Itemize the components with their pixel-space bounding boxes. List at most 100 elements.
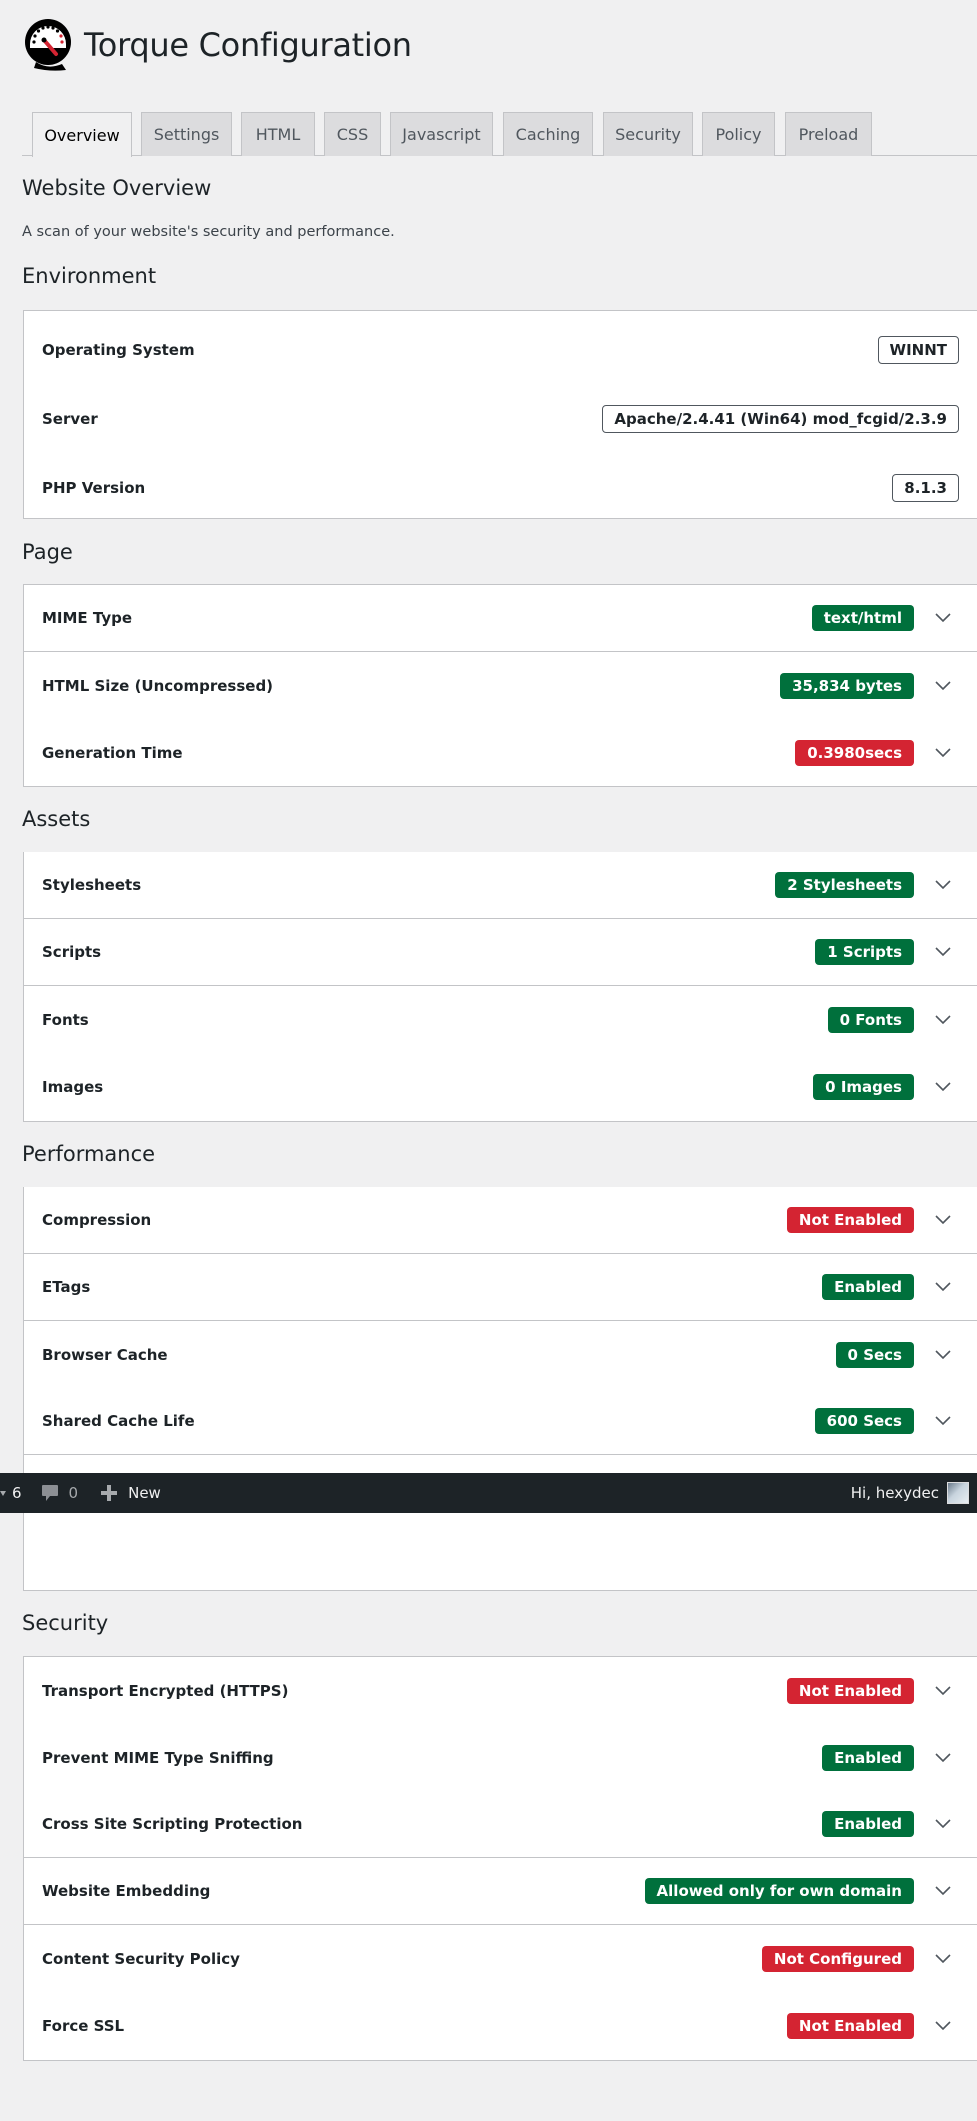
page-title: Torque Configuration (84, 26, 412, 64)
environment-row: Server Apache/2.4.41 (Win64) mod_fcgid/2… (24, 384, 977, 454)
status-badge: 0 Images (813, 1073, 914, 1100)
new-content-link[interactable]: New (100, 1484, 161, 1502)
environment-card: Operating System WINNT Server Apache/2.4… (23, 310, 977, 519)
admin-bar: 6 0 New Hi, hexydec (0, 1473, 977, 1513)
comments-link[interactable]: 0 (41, 1484, 79, 1502)
chevron-down-icon[interactable] (927, 1345, 959, 1365)
chevron-down-icon[interactable] (927, 1411, 959, 1431)
chevron-down-icon[interactable] (927, 1881, 959, 1901)
security-row[interactable]: Content Security Policy Not Configured (24, 1925, 977, 1992)
row-label: Cross Site Scripting Protection (42, 1815, 303, 1833)
greeting: Hi, hexydec (850, 1484, 939, 1502)
status-badge: Not Enabled (786, 1207, 914, 1233)
page-row[interactable]: HTML Size (Uncompressed) 35,834 bytes (24, 652, 977, 719)
tab-overview[interactable]: Overview (32, 112, 132, 157)
chevron-down-icon[interactable] (927, 1210, 959, 1230)
row-label: Operating System (42, 341, 195, 359)
comment-icon (41, 1485, 58, 1501)
security-row[interactable]: Prevent MIME Type Sniffing Enabled (24, 1724, 977, 1791)
row-label: Website Embedding (42, 1882, 211, 1900)
status-badge: Allowed only for own domain (644, 1878, 914, 1904)
tab-settings[interactable]: Settings (141, 112, 232, 156)
row-label: Compression (42, 1211, 152, 1229)
tab-preload[interactable]: Preload (785, 112, 872, 156)
row-label: Force SSL (42, 2016, 125, 2035)
status-badge: Not Enabled (786, 2012, 914, 2039)
row-label: HTML Size (Uncompressed) (42, 676, 274, 695)
chevron-down-icon[interactable] (927, 1949, 959, 1969)
tab-css[interactable]: CSS (324, 112, 381, 156)
status-badge: 600 Secs (814, 1408, 914, 1434)
chevron-down-icon[interactable] (927, 676, 959, 696)
status-badge: 0.3980secs (795, 739, 914, 766)
avatar (947, 1482, 969, 1504)
security-card: Transport Encrypted (HTTPS) Not Enabled … (23, 1656, 977, 2061)
tab-html[interactable]: HTML (241, 112, 315, 156)
torque-logo-icon (25, 19, 71, 71)
comments-count: 0 (68, 1484, 79, 1502)
performance-row[interactable]: Shared Cache Life 600 Secs (24, 1388, 977, 1455)
environment-row: PHP Version 8.1.3 (24, 454, 977, 522)
row-label: Content Security Policy (42, 1949, 240, 1968)
performance-row[interactable]: Compression Not Enabled (24, 1187, 977, 1254)
security-row[interactable]: Transport Encrypted (HTTPS) Not Enabled (24, 1657, 977, 1724)
row-label: MIME Type (42, 609, 133, 627)
my-account-link[interactable]: Hi, hexydec (851, 1482, 969, 1504)
chevron-down-icon[interactable] (927, 1748, 959, 1768)
updates-link[interactable]: 6 (0, 1484, 22, 1502)
overview-description: A scan of your website's security and pe… (22, 224, 395, 240)
status-badge: 0 Secs (835, 1341, 914, 1368)
security-row[interactable]: Cross Site Scripting Protection Enabled (24, 1791, 977, 1858)
environment-row: Operating System WINNT (24, 316, 977, 384)
page-row[interactable]: Generation Time 0.3980secs (24, 719, 977, 786)
status-badge: Not Enabled (786, 1677, 914, 1704)
assets-row[interactable]: Fonts 0 Fonts (24, 986, 977, 1053)
assets-row[interactable]: Stylesheets 2 Stylesheets (24, 852, 977, 919)
assets-row[interactable]: Scripts 1 Scripts (24, 919, 977, 986)
tab-policy[interactable]: Policy (702, 112, 775, 156)
chevron-down-icon[interactable] (927, 1077, 959, 1097)
page-card: MIME Type text/html HTML Size (Uncompres… (23, 584, 977, 787)
chevron-down-icon[interactable] (927, 1277, 959, 1297)
chevron-down-icon[interactable] (927, 1681, 959, 1701)
security-row[interactable]: Force SSL Not Enabled (24, 1992, 977, 2059)
status-badge: 0 Fonts (827, 1006, 914, 1033)
value-badge: 8.1.3 (892, 474, 959, 502)
row-label: Images (42, 1077, 104, 1096)
status-badge: 35,834 bytes (780, 672, 914, 699)
overview-heading: Website Overview (22, 176, 212, 200)
row-label: Prevent MIME Type Sniffing (42, 1748, 274, 1767)
row-label: Shared Cache Life (42, 1412, 195, 1430)
chevron-down-icon[interactable] (927, 1814, 959, 1834)
status-badge: Enabled (822, 1274, 914, 1300)
assets-row[interactable]: Images 0 Images (24, 1053, 977, 1120)
chevron-down-icon[interactable] (927, 942, 959, 962)
status-badge: 2 Stylesheets (775, 872, 914, 898)
assets-card: Stylesheets 2 Stylesheets Scripts 1 Scri… (23, 852, 977, 1122)
chevron-down-icon[interactable] (927, 743, 959, 763)
chevron-down-icon[interactable] (927, 1010, 959, 1030)
environment-heading: Environment (22, 264, 157, 288)
security-row[interactable]: Website Embedding Allowed only for own d… (24, 1858, 977, 1925)
chevron-down-icon[interactable] (927, 2016, 959, 2036)
page-header: Torque Configuration (22, 18, 412, 72)
status-badge: Enabled (822, 1744, 914, 1771)
page-row[interactable]: MIME Type text/html (24, 585, 977, 652)
performance-row[interactable]: ETags Enabled (24, 1254, 977, 1321)
tab-caching[interactable]: Caching (503, 112, 593, 156)
value-badge: WINNT (877, 336, 959, 364)
row-label: PHP Version (42, 479, 146, 497)
chevron-down-icon[interactable] (927, 608, 959, 628)
nav-tabs: Overview Settings HTML CSS Javascript Ca… (22, 112, 977, 157)
chevron-down-icon[interactable] (927, 875, 959, 895)
tab-security[interactable]: Security (603, 112, 693, 156)
tab-javascript[interactable]: Javascript (390, 112, 493, 156)
row-label: Fonts (42, 1010, 89, 1029)
plus-icon (101, 1485, 118, 1501)
performance-heading: Performance (22, 1142, 156, 1166)
performance-row[interactable]: Browser Cache 0 Secs (24, 1321, 977, 1388)
performance-card: Compression Not Enabled ETags Enabled Br… (23, 1187, 977, 1591)
row-label: Transport Encrypted (HTTPS) (42, 1681, 289, 1700)
status-badge: text/html (811, 605, 914, 631)
row-label: Server (42, 410, 98, 428)
